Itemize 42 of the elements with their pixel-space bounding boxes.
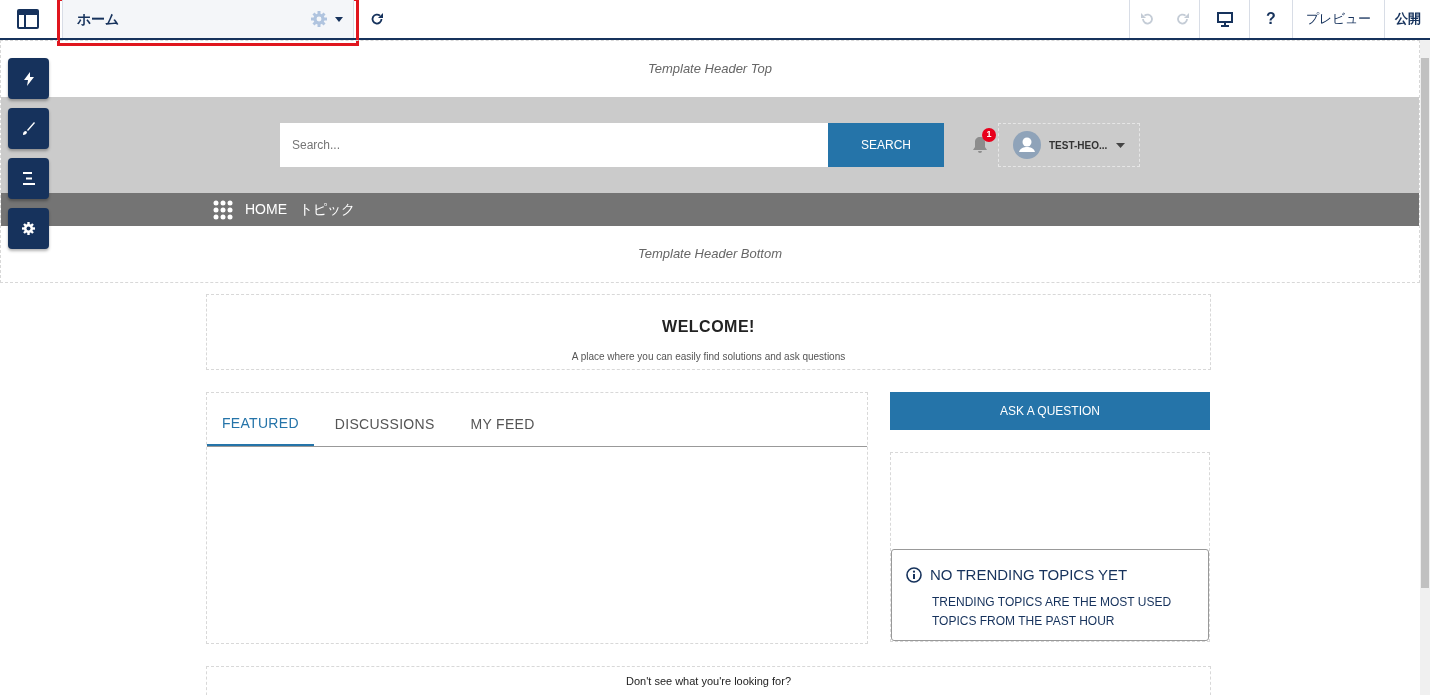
- feed-tab[interactable]: MY FEED: [455, 401, 550, 446]
- publish-button[interactable]: 公開: [1395, 9, 1421, 29]
- page-selector[interactable]: ホーム: [62, 0, 354, 38]
- undo-icon: [1139, 12, 1154, 26]
- bell-icon[interactable]: [972, 136, 988, 154]
- avatar-icon: [1013, 131, 1041, 159]
- brush-tool-button[interactable]: [8, 108, 49, 149]
- refresh-icon[interactable]: [370, 12, 384, 26]
- caret-icon: [1116, 142, 1125, 148]
- list-icon: [22, 172, 35, 185]
- region-label: Template Header Top: [647, 60, 773, 79]
- app-launcher-icon[interactable]: [213, 199, 233, 220]
- gear-icon: [22, 222, 35, 235]
- notification-count: 1: [982, 128, 996, 142]
- search-button[interactable]: SEARCH: [828, 123, 944, 167]
- redo-icon: [1175, 12, 1190, 26]
- scrollbar-thumb[interactable]: [1421, 58, 1429, 588]
- nav-link[interactable]: HOME: [245, 199, 287, 220]
- bolt-tool-button[interactable]: [8, 58, 49, 99]
- trending-message: TRENDING TOPICS ARE THE MOST USED TOPICS FROM THE PAST HOUR: [932, 593, 1173, 630]
- nav-link[interactable]: トピック: [299, 199, 355, 220]
- feed-tab[interactable]: FEATURED: [207, 401, 314, 446]
- brush-icon: [22, 122, 35, 135]
- caret-icon: [335, 16, 343, 22]
- info-icon: [906, 567, 922, 584]
- search-field[interactable]: Search...: [280, 123, 828, 167]
- feed-tab[interactable]: DISCUSSIONS: [319, 401, 450, 446]
- layout-icon[interactable]: [17, 9, 39, 29]
- help-prompt: Don't see what you're looking for?: [626, 675, 791, 687]
- list-tool-button[interactable]: [8, 158, 49, 199]
- preview-button[interactable]: プレビュー: [1306, 9, 1371, 29]
- gear-icon: [311, 11, 327, 27]
- gear-tool-button[interactable]: [8, 208, 49, 249]
- desktop-icon[interactable]: [1216, 11, 1233, 27]
- welcome-title: WELCOME!: [661, 317, 756, 337]
- lightning-icon: [23, 71, 34, 86]
- help-button[interactable]: ?: [1266, 7, 1276, 31]
- welcome-subtitle: A place where you can easily find solutions and ask questions: [570, 350, 847, 364]
- user-menu[interactable]: TEST-HEO...: [998, 123, 1140, 167]
- trending-title: NO TRENDING TOPICS YET: [930, 565, 1128, 585]
- region-label: Template Header Bottom: [637, 245, 782, 264]
- ask-question-button[interactable]: ASK A QUESTION: [890, 392, 1210, 430]
